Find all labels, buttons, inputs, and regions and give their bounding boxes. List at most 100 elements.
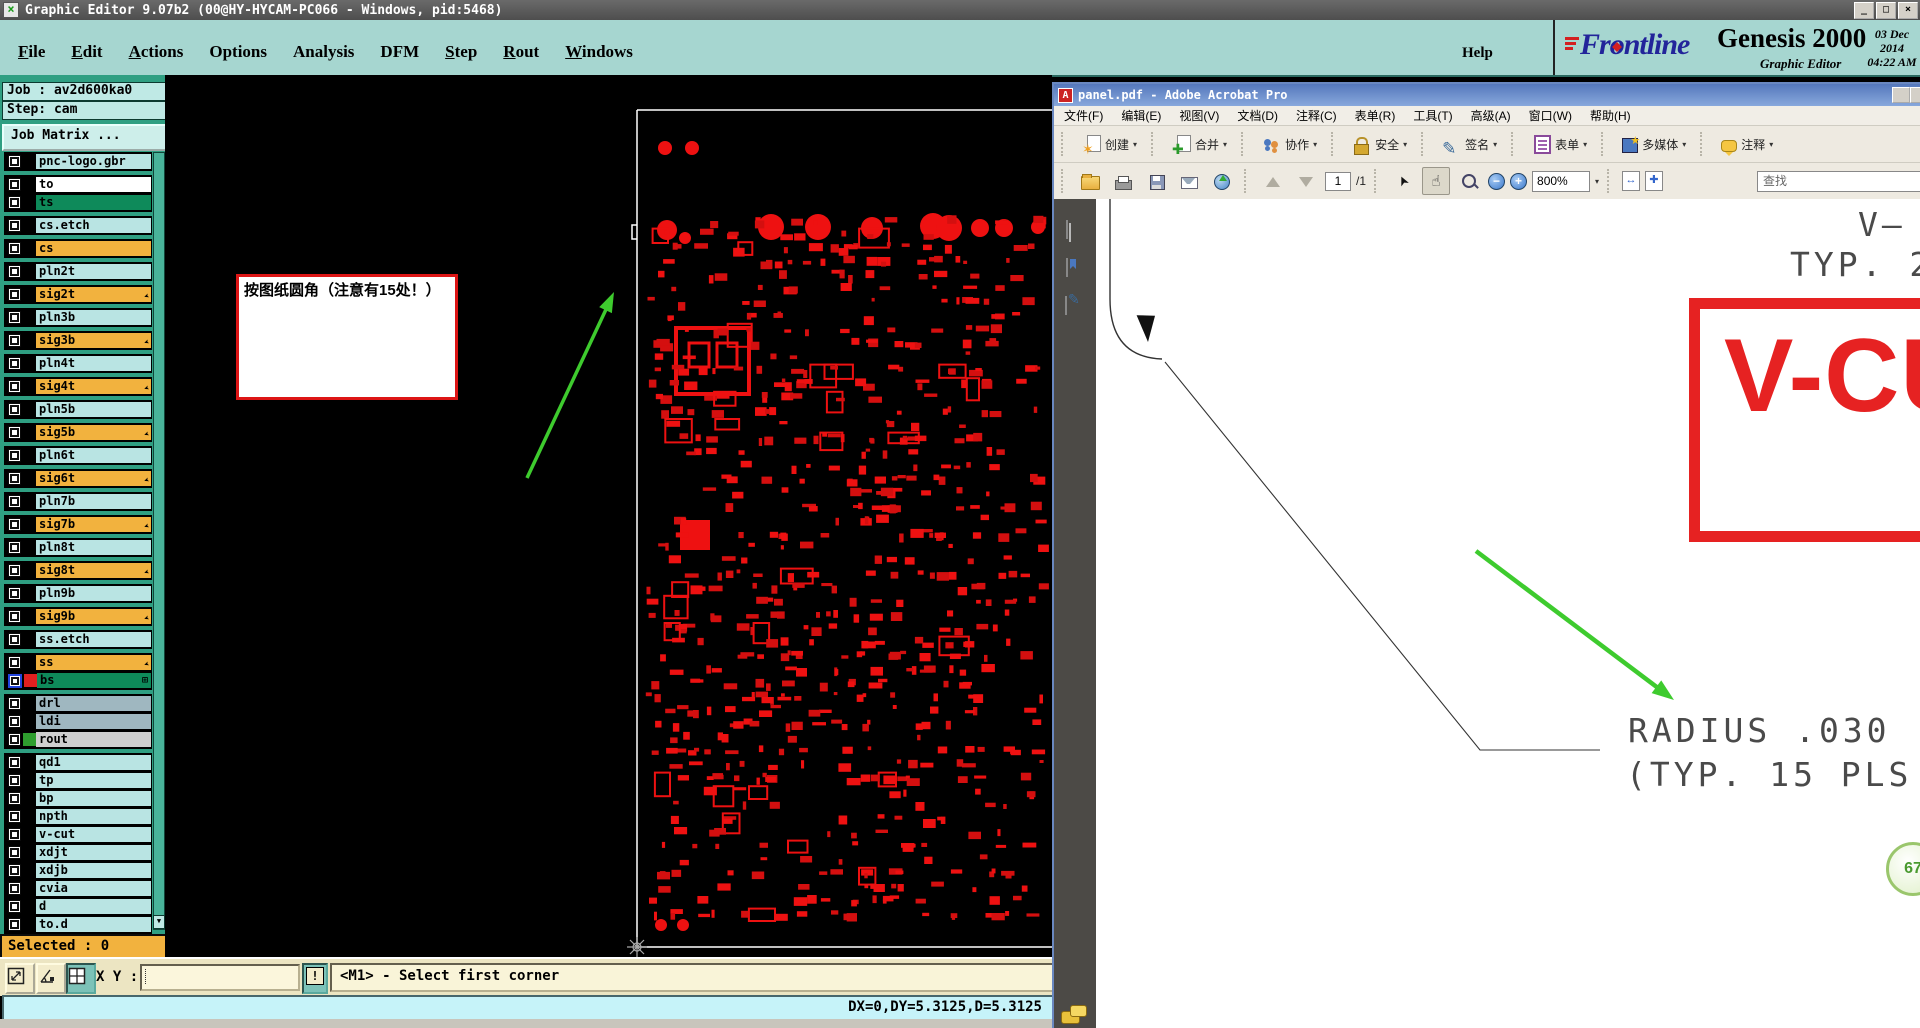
acrobat-minimize-button[interactable] bbox=[1892, 87, 1910, 103]
layer-visibility-checkbox[interactable] bbox=[8, 656, 21, 669]
layer-row-ldi[interactable]: ldi bbox=[4, 712, 152, 731]
comments-panel-button[interactable] bbox=[1061, 1005, 1087, 1024]
pdf-document[interactable]: V— TYP. 2 V-CUT RADIUS .030 (TYP. 15 PLS… bbox=[1096, 199, 1920, 1028]
resize-tool-button[interactable] bbox=[5, 963, 35, 994]
acrobat-menu-4[interactable]: 注释(C) bbox=[1296, 107, 1337, 124]
layer-row-sig6t[interactable]: sig6t ➤ bbox=[4, 469, 152, 488]
layer-row-ts[interactable]: ts bbox=[4, 193, 152, 212]
angle-tool-button[interactable] bbox=[36, 963, 66, 994]
layer-visibility-checkbox[interactable] bbox=[8, 673, 22, 688]
menu-step[interactable]: Step bbox=[445, 42, 477, 62]
layer-row-ss.etch[interactable]: ss.etch bbox=[4, 630, 152, 649]
layer-row-drl[interactable]: drl bbox=[4, 694, 152, 713]
layer-row-to[interactable]: to bbox=[4, 175, 152, 194]
layer-visibility-checkbox[interactable] bbox=[8, 918, 21, 931]
zoom-level-select[interactable]: 800% bbox=[1532, 170, 1591, 192]
layer-row-sig3b[interactable]: sig3b ➤ bbox=[4, 331, 152, 350]
acrobat-menu-5[interactable]: 表单(R) bbox=[1355, 107, 1396, 124]
menu-actions[interactable]: Actions bbox=[129, 42, 184, 62]
layer-visibility-checkbox[interactable] bbox=[8, 472, 21, 485]
layer-visibility-checkbox[interactable] bbox=[8, 311, 21, 324]
layer-row-ss[interactable]: ss ➤ bbox=[4, 653, 152, 672]
acrobat-menu-8[interactable]: 窗口(W) bbox=[1529, 107, 1572, 124]
layer-row-pln8t[interactable]: pln8t bbox=[4, 538, 152, 557]
minimize-button[interactable]: _ bbox=[1854, 2, 1874, 19]
bookmarks-panel-button[interactable] bbox=[1062, 258, 1088, 283]
layer-visibility-checkbox[interactable] bbox=[8, 697, 21, 710]
close-button[interactable]: × bbox=[1898, 2, 1918, 19]
xy-input[interactable] bbox=[140, 964, 300, 991]
layer-visibility-checkbox[interactable] bbox=[8, 715, 21, 728]
acrobat-menu-6[interactable]: 工具(T) bbox=[1413, 107, 1452, 124]
layer-visibility-checkbox[interactable] bbox=[8, 864, 21, 877]
select-tool-button[interactable]: ➤ bbox=[1389, 167, 1417, 195]
layer-row-pln3b[interactable]: pln3b bbox=[4, 308, 152, 327]
scroll-down-button[interactable]: ▼ bbox=[153, 915, 165, 929]
menu-windows[interactable]: Windows bbox=[565, 42, 633, 62]
layer-visibility-checkbox[interactable] bbox=[8, 495, 21, 508]
fit-page-button[interactable]: ✚ bbox=[1645, 171, 1664, 191]
layer-visibility-checkbox[interactable] bbox=[8, 633, 21, 646]
menu-analysis[interactable]: Analysis bbox=[293, 42, 354, 62]
layer-row-cvia[interactable]: cvia bbox=[4, 879, 152, 898]
layer-visibility-checkbox[interactable] bbox=[8, 380, 21, 393]
layer-visibility-checkbox[interactable] bbox=[8, 846, 21, 859]
next-page-button[interactable] bbox=[1292, 167, 1320, 195]
combine-task-button[interactable]: ✚ 合并 ▾ bbox=[1167, 132, 1232, 157]
layer-row-pln7b[interactable]: pln7b bbox=[4, 492, 152, 511]
layer-visibility-checkbox[interactable] bbox=[8, 403, 21, 416]
layer-row-pln5b[interactable]: pln5b bbox=[4, 400, 152, 419]
acrobat-menu-7[interactable]: 高级(A) bbox=[1471, 107, 1511, 124]
layer-visibility-checkbox[interactable] bbox=[8, 564, 21, 577]
job-matrix-button[interactable]: Job Matrix ... bbox=[2, 124, 172, 151]
signatures-panel-button[interactable] bbox=[1062, 296, 1088, 321]
layer-visibility-checkbox[interactable] bbox=[8, 449, 21, 462]
layer-visibility-checkbox[interactable] bbox=[8, 810, 21, 823]
menu-edit[interactable]: Edit bbox=[71, 42, 102, 62]
email-button[interactable] bbox=[1175, 167, 1203, 195]
layer-visibility-checkbox[interactable] bbox=[8, 610, 21, 623]
create-task-button[interactable]: ✶ 创建 ▾ bbox=[1077, 132, 1142, 157]
multimedia-task-button[interactable]: 多媒体▾ bbox=[1617, 132, 1691, 156]
acrobat-maximize-button[interactable] bbox=[1910, 87, 1920, 103]
zoom-out-button[interactable]: − bbox=[1488, 172, 1506, 190]
zoom-in-button[interactable]: + bbox=[1510, 172, 1528, 190]
layer-row-sig9b[interactable]: sig9b ➤ bbox=[4, 607, 152, 626]
layer-visibility-checkbox[interactable] bbox=[8, 882, 21, 895]
layer-visibility-checkbox[interactable] bbox=[8, 733, 21, 746]
layer-visibility-checkbox[interactable] bbox=[8, 541, 21, 554]
layer-row-pln9b[interactable]: pln9b bbox=[4, 584, 152, 603]
acrobat-menu-9[interactable]: 帮助(H) bbox=[1590, 107, 1631, 124]
layer-row-pln2t[interactable]: pln2t bbox=[4, 262, 152, 281]
comment-task-button[interactable]: 注释 ▾ bbox=[1716, 133, 1778, 156]
layer-row-pln6t[interactable]: pln6t bbox=[4, 446, 152, 465]
layer-row-sig8t[interactable]: sig8t ➤ bbox=[4, 561, 152, 580]
layer-row-tp[interactable]: tp bbox=[4, 771, 152, 790]
layer-row-xdjt[interactable]: xdjt bbox=[4, 843, 152, 862]
layer-visibility-checkbox[interactable] bbox=[8, 587, 21, 600]
layer-visibility-checkbox[interactable] bbox=[8, 774, 21, 787]
collaborate-task-button[interactable]: 协作 ▾ bbox=[1257, 132, 1322, 157]
forms-task-button[interactable]: 表单 ▾ bbox=[1527, 131, 1592, 157]
print-button[interactable] bbox=[1109, 167, 1137, 195]
fit-width-button[interactable]: ↔ bbox=[1622, 171, 1641, 191]
sign-task-button[interactable]: ✎ 签名 ▾ bbox=[1437, 132, 1502, 157]
layer-visibility-checkbox[interactable] bbox=[8, 219, 21, 232]
maximize-button[interactable]: □ bbox=[1876, 2, 1896, 19]
layer-visibility-checkbox[interactable] bbox=[8, 196, 21, 209]
acrobat-menu-0[interactable]: 文件(F) bbox=[1064, 107, 1103, 124]
layer-visibility-checkbox[interactable] bbox=[8, 242, 21, 255]
layer-row-pln4t[interactable]: pln4t bbox=[4, 354, 152, 373]
marquee-zoom-button[interactable] bbox=[1455, 167, 1483, 195]
acrobat-menu-2[interactable]: 视图(V) bbox=[1179, 107, 1219, 124]
hand-tool-button[interactable]: ☝ bbox=[1422, 167, 1451, 195]
acrobat-menu-1[interactable]: 编辑(E) bbox=[1121, 107, 1161, 124]
layer-row-sig7b[interactable]: sig7b ➤ bbox=[4, 515, 152, 534]
layer-visibility-checkbox[interactable] bbox=[8, 518, 21, 531]
acrobat-menu-3[interactable]: 文档(D) bbox=[1237, 107, 1278, 124]
open-button[interactable] bbox=[1076, 167, 1104, 195]
secure-task-button[interactable]: 安全 ▾ bbox=[1347, 132, 1412, 157]
layer-row-npth[interactable]: npth bbox=[4, 807, 152, 826]
menu-rout[interactable]: Rout bbox=[503, 42, 539, 62]
layer-visibility-checkbox[interactable] bbox=[8, 155, 21, 168]
